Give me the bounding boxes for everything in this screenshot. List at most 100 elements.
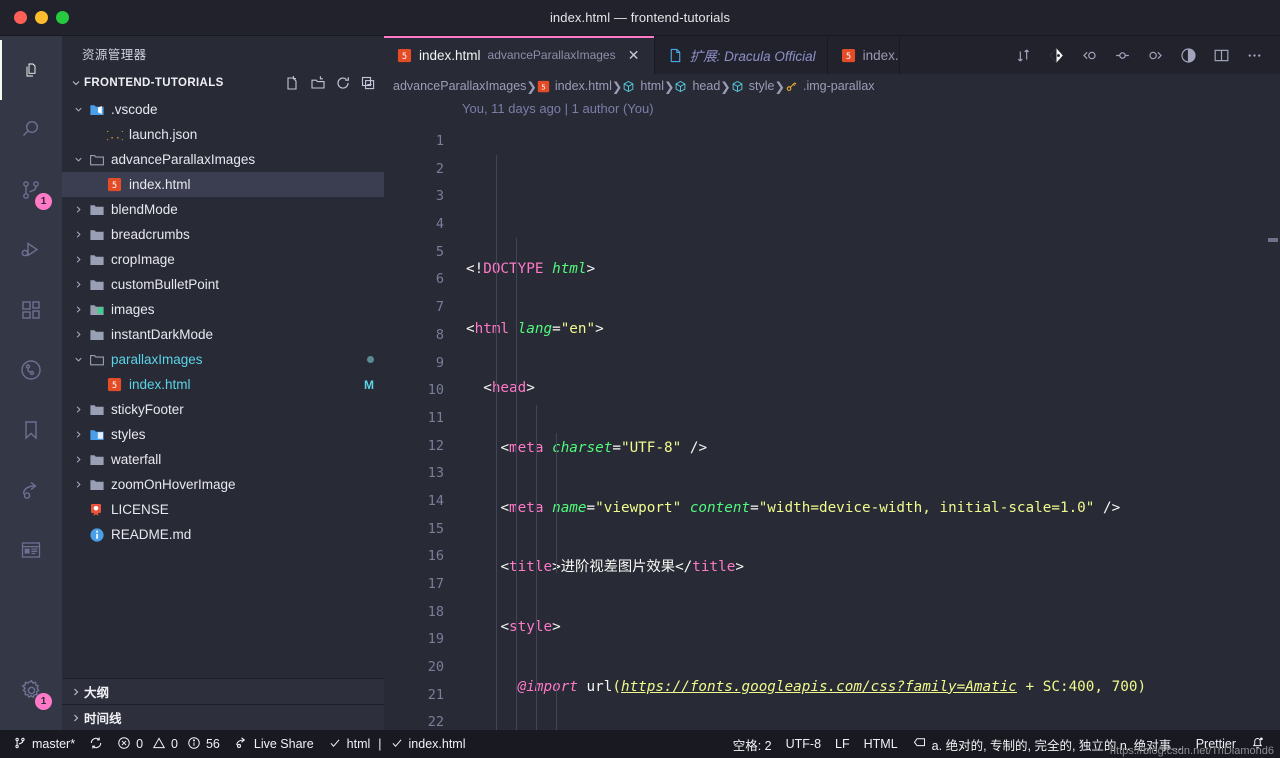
tree-item--vscode[interactable]: .vscode [62,97,384,122]
sidebar-title: 资源管理器 [82,48,147,62]
tree-item-styles[interactable]: styles [62,422,384,447]
tree-item-index-html[interactable]: 5 index.html M [62,372,384,397]
outline-panel-header[interactable]: 大纲 [62,678,384,704]
chevron-right-icon [70,479,86,490]
svg-text:{..}: {..} [107,130,123,141]
explorer-section-header[interactable]: FRONTEND-TUTORIALS [62,71,384,95]
tree-item-images[interactable]: images [62,297,384,322]
activity-item-extensions[interactable] [0,280,62,340]
bell-icon [1250,735,1265,753]
code-editor[interactable]: You, 11 days ago | 1 author (You) 123456… [384,98,1280,730]
tree-item-index-html[interactable]: 5 index.html [62,172,384,197]
status-notifications[interactable] [1243,730,1272,758]
status-branch[interactable]: master* [6,730,82,758]
activity-item-source-control[interactable]: 1 [0,160,62,220]
split-editor-icon[interactable] [1206,40,1236,70]
new-file-icon[interactable] [285,75,301,91]
compare-changes-icon[interactable] [1008,40,1038,70]
folder-icon [86,452,107,468]
tree-item-blendmode[interactable]: blendMode [62,197,384,222]
tree-item-stickyfooter[interactable]: stickyFooter [62,397,384,422]
timeline-panel-header[interactable]: 时间线 [62,704,384,730]
license-icon [86,502,107,518]
minimize-window-button[interactable] [35,11,48,24]
status-indentation[interactable]: 空格: 2 [726,730,779,758]
close-window-button[interactable] [14,11,27,24]
bookmark-icon [19,418,43,442]
refresh-icon[interactable] [335,75,351,91]
html-icon: 5 [841,48,856,63]
close-icon[interactable]: ✕ [625,46,643,64]
status-encoding[interactable]: UTF-8 [779,730,828,758]
gitlens-diamond-icon[interactable] [1041,40,1071,70]
tree-item-advanceparallaximages[interactable]: advanceParallaxImages [62,147,384,172]
tree-item-waterfall[interactable]: waterfall [62,447,384,472]
breadcrumb-separator: ❯ [664,79,675,94]
activity-item-live-share[interactable] [0,460,62,520]
svg-text:5: 5 [112,380,117,390]
current-revision-icon[interactable] [1107,40,1137,70]
blame-icon[interactable] [1173,40,1203,70]
chevron-down-icon [70,104,86,115]
search-icon [19,118,43,142]
activity-item-browser-preview[interactable] [0,520,62,580]
activity-item-run-and-debug[interactable] [0,220,62,280]
tree-item-parallaximages[interactable]: parallaxImages [62,347,384,372]
ellipsis-icon[interactable] [1239,40,1269,70]
tree-item-launch-json[interactable]: {..} launch.json [62,122,384,147]
line-number: 2 [435,160,444,177]
breadcrumb-item[interactable]: html [622,79,664,93]
code-line: <meta charset="UTF-8" /> [500,440,708,457]
status-problems[interactable]: 0 0 56 [110,730,227,758]
tree-item-zoomonhoverimage[interactable]: zoomOnHoverImage [62,472,384,497]
breadcrumb-item[interactable]: .img-parallax [785,79,875,93]
tree-item-label: stickyFooter [111,402,184,417]
next-revision-icon[interactable] [1140,40,1170,70]
live-share-label: Live Share [253,737,314,751]
activity-item-manage-settings[interactable]: 1 [0,660,62,720]
activity-item-bookmarks[interactable] [0,400,62,460]
breadcrumb-item[interactable]: advanceParallaxImages [393,79,526,93]
timeline-panel-title: 时间线 [84,712,122,726]
editor-tab-actions [1008,36,1280,74]
breadcrumb-item[interactable]: head [674,79,720,93]
status-html-validation[interactable]: html | index.html [321,730,473,758]
status-prettier[interactable]: Prettier [1189,730,1243,758]
tree-item-readme-md[interactable]: README.md [62,522,384,547]
breadcrumb-item[interactable]: 5 index.html [537,79,612,93]
translate-icon [912,735,927,753]
settings-badge: 1 [35,693,52,710]
info-icon [187,736,201,753]
tree-item-cropimage[interactable]: cropImage [62,247,384,272]
files-icon [23,62,39,78]
chevron-right-icon [70,254,86,265]
status-sync[interactable] [82,730,110,758]
activity-item-gitlens[interactable] [0,340,62,400]
eol-label: LF [835,737,850,751]
status-eol[interactable]: LF [828,730,857,758]
collapse-all-icon[interactable] [360,75,376,91]
activity-item-search[interactable] [0,100,62,160]
new-folder-icon[interactable] [310,75,326,91]
previous-revision-icon[interactable] [1074,40,1104,70]
maximize-window-button[interactable] [56,11,69,24]
tree-item-custombulletpoint[interactable]: customBulletPoint [62,272,384,297]
status-language-mode[interactable]: HTML [857,730,905,758]
folder-icon [86,227,107,243]
folder-open-icon [86,152,107,168]
tree-item-breadcrumbs[interactable]: breadcrumbs [62,222,384,247]
breadcrumb-item[interactable]: style [731,79,774,93]
editor-tab-index-html[interactable]: 5 index.html advanceParallaxImages ✕ [384,36,655,74]
status-translation[interactable]: a. 绝对的, 专制的, 完全的, 独立的 n. 绝对事... [905,730,1189,758]
editor-tab-dracula-extension[interactable]: 扩展: Dracula Official [654,36,828,74]
code-content[interactable]: <!DOCTYPE html> <html lang="en"> <head> … [456,98,1280,730]
extensions-icon [19,298,43,322]
editor-scrollbar[interactable] [1266,98,1280,730]
status-live-share[interactable]: Live Share [227,730,321,758]
tree-item-instantdarkmode[interactable]: instantDarkMode [62,322,384,347]
warning-icon [152,736,166,753]
tree-item-license[interactable]: LICENSE [62,497,384,522]
editor-tab-index-html-2[interactable]: 5 index.h [827,36,900,74]
tree-item-label: .vscode [111,102,158,117]
activity-item-explorer[interactable] [0,40,62,100]
